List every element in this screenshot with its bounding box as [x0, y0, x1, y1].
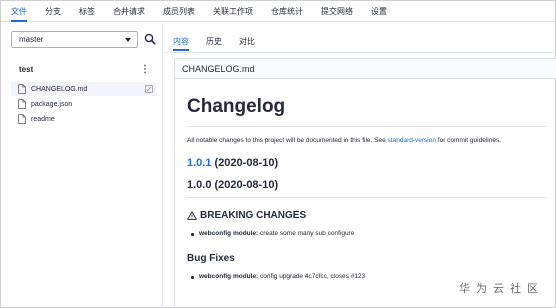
list-item-scope: webconfig module:: [199, 230, 259, 237]
file-icon: [18, 84, 26, 94]
file-item-readme[interactable]: readme: [11, 112, 157, 126]
list-item-text: create some many sub configure: [258, 230, 355, 237]
intro-paragraph: All notable changes to this project will…: [187, 137, 547, 144]
file-title: CHANGELOG.md: [175, 59, 556, 79]
list-item: webconfig module: config upgrade 4c7cfcc…: [187, 273, 547, 280]
file-icon: [18, 114, 26, 124]
nav-work-items[interactable]: 关联工作项: [204, 1, 262, 21]
watermark: 华为云社区: [459, 283, 544, 295]
file-tree-panel: master test CHANGELOG.md package.json re…: [1, 23, 163, 308]
file-icon: [18, 99, 26, 109]
list-item-text: config upgrade 4c7cfcc, closes #123: [258, 273, 366, 280]
file-name: package.json: [31, 100, 73, 108]
warning-icon: [187, 211, 197, 220]
file-viewer: CHANGELOG.md Changelog All notable chang…: [174, 58, 556, 308]
version-date: (2020-08-10): [211, 157, 279, 169]
file-name: CHANGELOG.md: [31, 85, 88, 93]
version-heading-100: 1.0.0 (2020-08-10): [187, 179, 279, 191]
search-icon[interactable]: [144, 33, 156, 45]
nav-commit-network[interactable]: 提交网络: [312, 1, 362, 21]
bug-fixes-list: webconfig module: config upgrade 4c7cfcc…: [187, 273, 547, 280]
tab-history[interactable]: 历史: [206, 36, 222, 51]
more-vertical-icon[interactable]: [141, 64, 149, 74]
nav-members[interactable]: 成员列表: [154, 1, 204, 21]
branch-select-value: master: [19, 35, 44, 44]
tab-compare[interactable]: 对比: [239, 36, 255, 51]
nav-branches[interactable]: 分支: [36, 1, 70, 21]
tabs-divider: [164, 52, 556, 53]
breaking-changes-heading: BREAKING CHANGES: [187, 210, 547, 221]
caret-down-icon: [125, 38, 131, 42]
list-item-scope: webconfig module:: [199, 273, 259, 280]
branch-select[interactable]: master: [11, 31, 138, 48]
intro-text: All notable changes to this project will…: [187, 137, 388, 144]
version-link-101[interactable]: 1.0.1: [187, 157, 211, 169]
top-nav: 文件 分支 标签 合并请求 成员列表 关联工作项 仓库统计 提交网络 设置: [1, 1, 556, 22]
app-frame: 文件 分支 标签 合并请求 成员列表 关联工作项 仓库统计 提交网络 设置 ma…: [0, 0, 556, 308]
nav-settings[interactable]: 设置: [362, 1, 396, 21]
intro-text-end: for commit guidelines.: [435, 137, 501, 144]
nav-tags[interactable]: 标签: [70, 1, 104, 21]
repo-name: test: [19, 65, 34, 74]
list-item: webconfig module: create some many sub c…: [187, 230, 547, 237]
edit-icon[interactable]: [145, 85, 153, 93]
content-tabs: 内容 历史 对比: [173, 36, 272, 51]
file-name: readme: [31, 115, 55, 123]
bug-fixes-heading: Bug Fixes: [187, 253, 235, 264]
markdown-body: Changelog All notable changes to this pr…: [187, 79, 547, 280]
nav-merge-requests[interactable]: 合并请求: [104, 1, 154, 21]
divider: [187, 197, 547, 198]
breaking-changes-list: webconfig module: create some many sub c…: [187, 230, 547, 237]
breaking-changes-text: BREAKING CHANGES: [200, 210, 307, 221]
nav-repo-stats[interactable]: 仓库统计: [262, 1, 312, 21]
tab-content[interactable]: 内容: [173, 36, 189, 51]
version-heading-101: 1.0.1 (2020-08-10): [187, 157, 547, 169]
file-item-package-json[interactable]: package.json: [11, 97, 157, 111]
divider: [187, 126, 547, 127]
file-item-changelog[interactable]: CHANGELOG.md: [11, 82, 157, 96]
doc-heading: Changelog: [187, 96, 286, 117]
nav-files[interactable]: 文件: [11, 1, 36, 22]
standard-version-link[interactable]: standard-version: [388, 137, 436, 144]
